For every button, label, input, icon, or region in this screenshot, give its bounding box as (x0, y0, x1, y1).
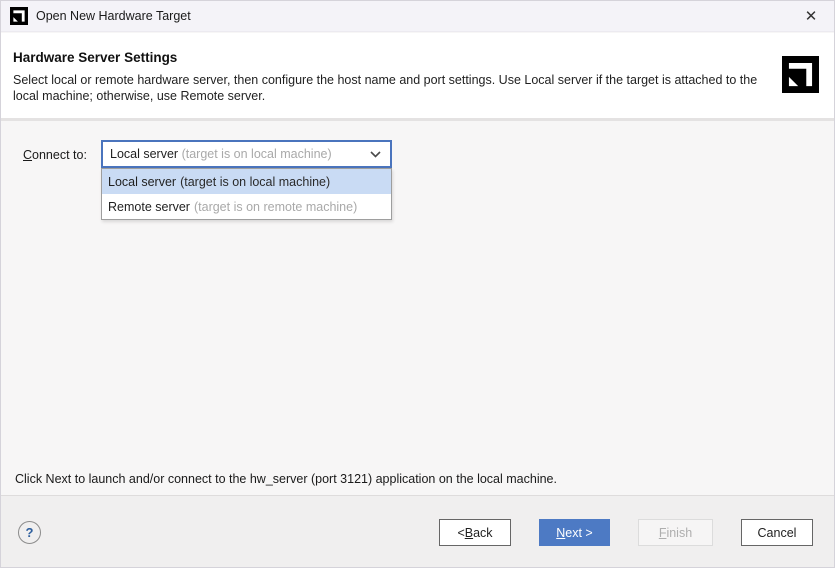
vivado-app-icon (10, 7, 28, 25)
help-button[interactable]: ? (18, 521, 41, 544)
chevron-down-icon (370, 151, 381, 158)
wizard-buttons: < Back Next > Finish Cancel (439, 519, 813, 546)
page-title: Hardware Server Settings (13, 50, 834, 65)
footer-bar: ? < Back Next > Finish Cancel (1, 496, 834, 568)
window-title: Open New Hardware Target (36, 9, 191, 23)
finish-button: Finish (638, 519, 713, 546)
content-area: Connect to: Local server (target is on l… (1, 121, 834, 495)
amd-logo-icon (782, 56, 819, 93)
close-icon[interactable]: ✕ (796, 1, 826, 31)
title-bar: Open New Hardware Target ✕ (1, 1, 834, 32)
dropdown-option-local-server[interactable]: Local server (target is on local machine… (102, 169, 391, 194)
connect-to-label: Connect to: (23, 148, 87, 162)
connect-to-combobox[interactable]: Local server (target is on local machine… (101, 140, 392, 168)
next-button[interactable]: Next > (539, 519, 610, 546)
wizard-header: Hardware Server Settings Select local or… (1, 33, 834, 118)
page-description: Select local or remote hardware server, … (13, 72, 758, 104)
dropdown-option-remote-server[interactable]: Remote server (target is on remote machi… (102, 194, 391, 219)
dialog-open-new-hardware-target: Open New Hardware Target ✕ Hardware Serv… (0, 0, 835, 568)
status-hint-text: Click Next to launch and/or connect to t… (15, 472, 557, 486)
back-button[interactable]: < Back (439, 519, 511, 546)
cancel-button[interactable]: Cancel (741, 519, 813, 546)
combobox-value: Local server (target is on local machine… (110, 147, 332, 161)
connect-to-dropdown-list: Local server (target is on local machine… (101, 168, 392, 220)
